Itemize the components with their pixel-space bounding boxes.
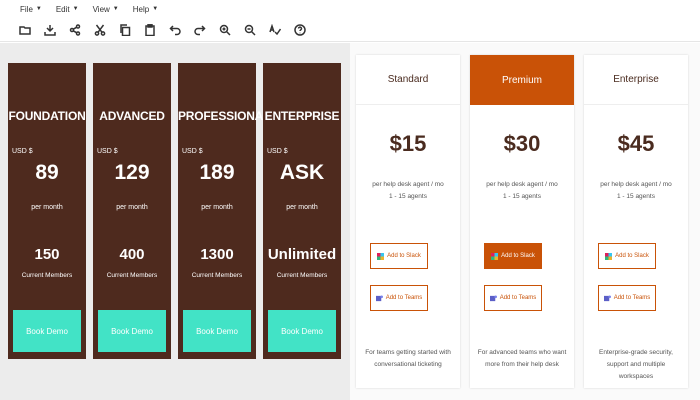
plan-name: PROFESSIONAL bbox=[178, 109, 271, 123]
teams-icon bbox=[603, 294, 611, 301]
plan-currency: USD $ bbox=[267, 148, 288, 155]
plan-price: ASK bbox=[279, 161, 325, 184]
menu-file-label: File bbox=[20, 4, 33, 14]
plan-tagline: For teams getting started with conversat… bbox=[365, 349, 451, 368]
plan-rate: per help desk agent / mo bbox=[486, 181, 558, 188]
caret-down-icon: ▼ bbox=[152, 6, 159, 12]
toolbar bbox=[0, 18, 700, 42]
plan-price: 129 bbox=[114, 161, 150, 184]
menu-view[interactable]: View ▼ bbox=[93, 5, 119, 14]
plan-price: $15 bbox=[389, 131, 427, 156]
plan-header: Standard bbox=[356, 55, 460, 105]
teams-icon bbox=[375, 294, 383, 301]
teams-label: Add to Teams bbox=[613, 295, 651, 301]
plan-name: ENTERPRISE bbox=[264, 109, 340, 123]
add-to-teams-button[interactable]: Add to Teams bbox=[484, 285, 542, 311]
plan-card-foundation: FOUNDATION USD $ 89 per month 150 Curren… bbox=[8, 63, 86, 359]
menu-edit-label: Edit bbox=[55, 4, 70, 14]
book-demo-button[interactable]: Book Demo bbox=[268, 310, 336, 352]
plan-period: per month bbox=[286, 204, 318, 211]
plan-card-standard: Standard $15 per help desk agent / mo 1 … bbox=[356, 55, 460, 388]
plan-currency: USD $ bbox=[12, 148, 33, 155]
plan-members: Unlimited bbox=[267, 246, 337, 263]
plan-card-premium: Premium $30 per help desk agent / mo 1 -… bbox=[470, 55, 574, 388]
redo-icon[interactable] bbox=[193, 23, 207, 37]
slack-icon bbox=[491, 252, 499, 260]
plan-agents: 1 - 15 agents bbox=[503, 193, 541, 200]
add-to-slack-button[interactable]: Add to Slack bbox=[484, 243, 542, 269]
plan-tagline: Enterprise-grade security, support and m… bbox=[599, 349, 673, 380]
add-to-teams-button[interactable]: Add to Teams bbox=[370, 285, 428, 311]
zoom-out-icon[interactable] bbox=[243, 23, 257, 37]
open-folder-icon[interactable] bbox=[18, 23, 32, 37]
plan-description: per help desk agent / mo 1 - 15 agents bbox=[584, 179, 688, 203]
plan-description: per help desk agent / mo 1 - 15 agents bbox=[470, 179, 574, 203]
book-demo-button[interactable]: Book Demo bbox=[98, 310, 166, 352]
slack-icon bbox=[605, 252, 613, 260]
plan-members-label: Current Members bbox=[191, 272, 243, 279]
help-icon[interactable] bbox=[293, 23, 307, 37]
plan-card-enterprise-light: Enterprise $45 per help desk agent / mo … bbox=[584, 55, 688, 388]
plan-rate: per help desk agent / mo bbox=[600, 181, 672, 188]
teams-label: Add to Teams bbox=[385, 295, 423, 301]
plan-currency: USD $ bbox=[97, 148, 118, 155]
plan-members-label: Current Members bbox=[276, 272, 328, 279]
share-icon[interactable] bbox=[68, 23, 82, 37]
plan-name: FOUNDATION bbox=[8, 109, 86, 123]
menu-view-label: View bbox=[92, 4, 110, 14]
plan-members-label: Current Members bbox=[21, 272, 73, 279]
zoom-in-icon[interactable] bbox=[218, 23, 232, 37]
menu-help[interactable]: Help ▼ bbox=[133, 5, 158, 14]
plan-rate: per help desk agent / mo bbox=[372, 181, 444, 188]
teams-label: Add to Teams bbox=[499, 295, 537, 301]
light-pricing-panel: Standard $15 per help desk agent / mo 1 … bbox=[350, 43, 700, 400]
menu-edit[interactable]: Edit ▼ bbox=[56, 5, 79, 14]
slack-label: Add to Slack bbox=[615, 253, 649, 259]
book-demo-button[interactable]: Book Demo bbox=[13, 310, 81, 352]
add-to-teams-button[interactable]: Add to Teams bbox=[598, 285, 656, 311]
add-to-slack-button[interactable]: Add to Slack bbox=[598, 243, 656, 269]
plan-period: per month bbox=[201, 204, 233, 211]
plan-period: per month bbox=[116, 204, 148, 211]
menu-help-label: Help bbox=[132, 4, 150, 14]
plan-header: Premium bbox=[470, 55, 574, 105]
plan-header: Enterprise bbox=[584, 55, 688, 105]
dark-pricing-panel: FOUNDATION USD $ 89 per month 150 Curren… bbox=[0, 43, 350, 400]
slack-label: Add to Slack bbox=[387, 253, 421, 259]
plan-name: ADVANCED bbox=[99, 109, 165, 123]
spell-check-icon[interactable] bbox=[268, 23, 282, 37]
plan-members: 400 bbox=[119, 246, 145, 263]
menu-bar: File ▼ Edit ▼ View ▼ Help ▼ bbox=[0, 0, 700, 18]
cut-icon[interactable] bbox=[93, 23, 107, 37]
plan-period: per month bbox=[31, 204, 63, 211]
plan-card-advanced: ADVANCED USD $ 129 per month 400 Current… bbox=[93, 63, 171, 359]
plan-members-label: Current Members bbox=[106, 272, 158, 279]
plan-tagline: For advanced teams who want more from th… bbox=[477, 349, 567, 368]
plan-price: 89 bbox=[35, 161, 59, 184]
plan-price: 189 bbox=[199, 161, 235, 184]
slack-label: Add to Slack bbox=[501, 253, 535, 259]
plan-card-enterprise: ENTERPRISE USD $ ASK per month Unlimited… bbox=[263, 63, 341, 359]
plan-price: $45 bbox=[617, 131, 655, 156]
slack-icon bbox=[377, 252, 385, 260]
menu-file[interactable]: File ▼ bbox=[20, 5, 42, 14]
caret-down-icon: ▼ bbox=[35, 6, 42, 12]
plan-members: 150 bbox=[34, 246, 60, 263]
copy-icon[interactable] bbox=[118, 23, 132, 37]
download-icon[interactable] bbox=[43, 23, 57, 37]
teams-icon bbox=[489, 294, 497, 301]
plan-agents: 1 - 15 agents bbox=[617, 193, 655, 200]
plan-members: 1300 bbox=[200, 246, 234, 263]
undo-icon[interactable] bbox=[168, 23, 182, 37]
book-demo-button[interactable]: Book Demo bbox=[183, 310, 251, 352]
add-to-slack-button[interactable]: Add to Slack bbox=[370, 243, 428, 269]
caret-down-icon: ▼ bbox=[112, 6, 119, 12]
plan-currency: USD $ bbox=[182, 148, 203, 155]
caret-down-icon: ▼ bbox=[72, 6, 79, 12]
paste-icon[interactable] bbox=[143, 23, 157, 37]
plan-card-professional: PROFESSIONAL USD $ 189 per month 1300 Cu… bbox=[178, 63, 271, 359]
plan-price: $30 bbox=[503, 131, 541, 156]
plan-agents: 1 - 15 agents bbox=[389, 193, 427, 200]
plan-description: per help desk agent / mo 1 - 15 agents bbox=[356, 179, 460, 203]
